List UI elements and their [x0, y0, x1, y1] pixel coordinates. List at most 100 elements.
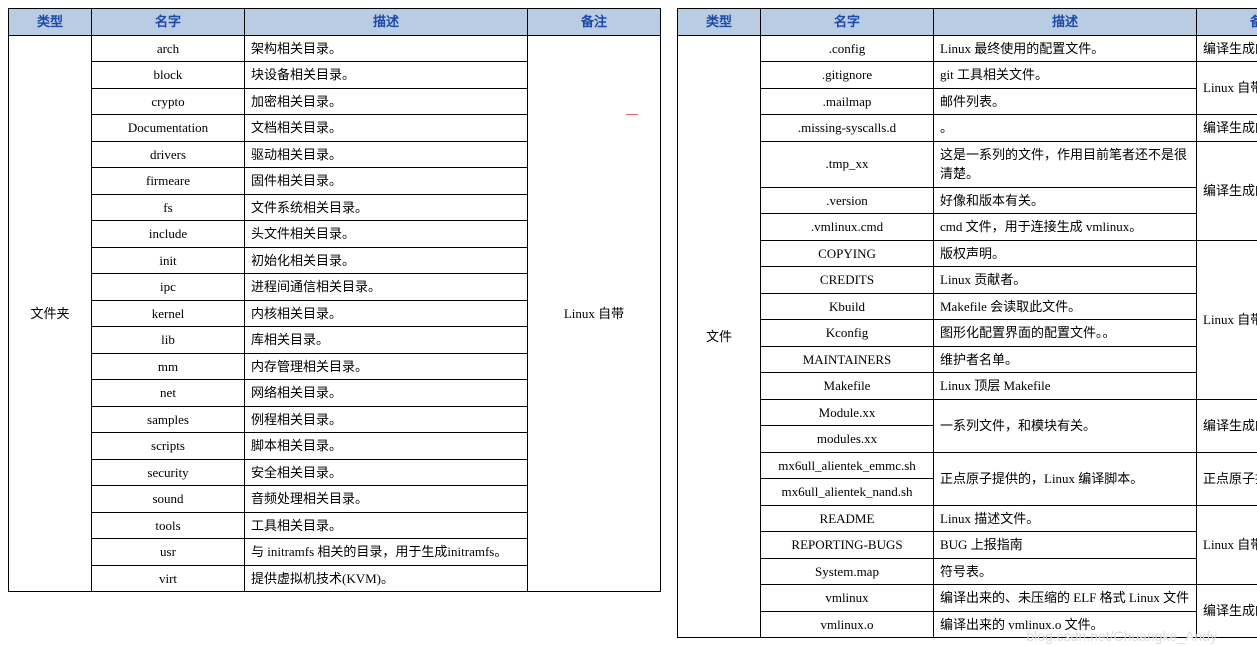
name-cell: REPORTING-BUGS	[761, 532, 934, 559]
name-cell: usr	[92, 539, 245, 566]
table-row: MAINTAINERS维护者名单。	[678, 346, 1257, 373]
remark-cell: Linux 自带	[1197, 505, 1257, 585]
table-row: mx6ull_alientek_emmc.sh正点原子提供的，Linux 编译脚…	[678, 452, 1257, 479]
desc-cell: Linux 描述文件。	[934, 505, 1197, 532]
col-header-remark: 备注	[1197, 9, 1257, 36]
name-cell: scripts	[92, 433, 245, 460]
desc-cell: 内核相关目录。	[245, 300, 528, 327]
name-cell: tools	[92, 512, 245, 539]
table-row: .missing-syscalls.d。编译生成的文件	[678, 115, 1257, 142]
desc-cell: 进程间通信相关目录。	[245, 274, 528, 301]
name-cell: vmlinux	[761, 585, 934, 612]
name-cell: Module.xx	[761, 399, 934, 426]
desc-cell: 文档相关目录。	[245, 115, 528, 142]
desc-cell: 与 initramfs 相关的目录，用于生成initramfs。	[245, 539, 528, 566]
table-row: 文件.configLinux 最终使用的配置文件。编译生成的文件。	[678, 35, 1257, 62]
desc-cell: 库相关目录。	[245, 327, 528, 354]
table-row: vmlinux编译出来的、未压缩的 ELF 格式 Linux 文件编译生成的文件	[678, 585, 1257, 612]
left-table-header: 类型 名字 描述 备注	[9, 9, 661, 36]
desc-cell: 版权声明。	[934, 240, 1197, 267]
desc-cell: 提供虚拟机技术(KVM)。	[245, 565, 528, 592]
desc-cell: 正点原子提供的，Linux 编译脚本。	[934, 452, 1197, 505]
desc-cell: 文件系统相关目录。	[245, 194, 528, 221]
desc-cell: 邮件列表。	[934, 88, 1197, 115]
table-row: Module.xx一系列文件，和模块有关。编译生成的文件	[678, 399, 1257, 426]
desc-cell: 。	[934, 115, 1197, 142]
name-cell: init	[92, 247, 245, 274]
name-cell: .missing-syscalls.d	[761, 115, 934, 142]
desc-cell: Makefile 会读取此文件。	[934, 293, 1197, 320]
name-cell: mx6ull_alientek_emmc.sh	[761, 452, 934, 479]
table-row: .vmlinux.cmdcmd 文件，用于连接生成 vmlinux。	[678, 214, 1257, 241]
name-cell: .gitignore	[761, 62, 934, 89]
desc-cell: 块设备相关目录。	[245, 62, 528, 89]
name-cell: Kbuild	[761, 293, 934, 320]
name-cell: net	[92, 380, 245, 407]
desc-cell: BUG 上报指南	[934, 532, 1197, 559]
change-marker: —	[626, 106, 638, 121]
desc-cell: 编译出来的、未压缩的 ELF 格式 Linux 文件	[934, 585, 1197, 612]
desc-cell: 安全相关目录。	[245, 459, 528, 486]
name-cell: .tmp_xx	[761, 141, 934, 187]
table-row: .gitignoregit 工具相关文件。Linux 自带	[678, 62, 1257, 89]
table-row: READMELinux 描述文件。Linux 自带	[678, 505, 1257, 532]
desc-cell: Linux 贡献者。	[934, 267, 1197, 294]
desc-cell: 头文件相关目录。	[245, 221, 528, 248]
table-row: REPORTING-BUGSBUG 上报指南	[678, 532, 1257, 559]
right-table: 类型 名字 描述 备注 文件.configLinux 最终使用的配置文件。编译生…	[677, 8, 1257, 638]
table-row: 文件夹arch架构相关目录。Linux 自带	[9, 35, 661, 62]
desc-cell: 网络相关目录。	[245, 380, 528, 407]
desc-cell: 这是一系列的文件，作用目前笔者还不是很清楚。	[934, 141, 1197, 187]
remark-cell: 编译生成的文件。	[1197, 35, 1257, 62]
name-cell: COPYING	[761, 240, 934, 267]
remark-cell: 正点原子提供	[1197, 452, 1257, 505]
name-cell: fs	[92, 194, 245, 221]
name-cell: CREDITS	[761, 267, 934, 294]
name-cell: .config	[761, 35, 934, 62]
desc-cell: git 工具相关文件。	[934, 62, 1197, 89]
name-cell: Documentation	[92, 115, 245, 142]
remark-cell: Linux 自带	[1197, 240, 1257, 399]
desc-cell: 脚本相关目录。	[245, 433, 528, 460]
col-header-desc: 描述	[934, 9, 1197, 36]
name-cell: drivers	[92, 141, 245, 168]
col-header-name: 名字	[761, 9, 934, 36]
name-cell: vmlinux.o	[761, 611, 934, 638]
name-cell: lib	[92, 327, 245, 354]
desc-cell: 符号表。	[934, 558, 1197, 585]
desc-cell: Linux 最终使用的配置文件。	[934, 35, 1197, 62]
name-cell: crypto	[92, 88, 245, 115]
desc-cell: 一系列文件，和模块有关。	[934, 399, 1197, 452]
name-cell: security	[92, 459, 245, 486]
left-table-body: 文件夹arch架构相关目录。Linux 自带block块设备相关目录。crypt…	[9, 35, 661, 592]
name-cell: Makefile	[761, 373, 934, 400]
col-header-type: 类型	[678, 9, 761, 36]
right-table-header: 类型 名字 描述 备注	[678, 9, 1257, 36]
desc-cell: 好像和版本有关。	[934, 187, 1197, 214]
name-cell: block	[92, 62, 245, 89]
name-cell: .version	[761, 187, 934, 214]
name-cell: mx6ull_alientek_nand.sh	[761, 479, 934, 506]
desc-cell: 架构相关目录。	[245, 35, 528, 62]
table-row: .tmp_xx这是一系列的文件，作用目前笔者还不是很清楚。编译生成的文件	[678, 141, 1257, 187]
remark-cell: 编译生成的文件	[1197, 399, 1257, 452]
table-row: vmlinux.o编译出来的 vmlinux.o 文件。	[678, 611, 1257, 638]
desc-cell: 例程相关目录。	[245, 406, 528, 433]
desc-cell: 初始化相关目录。	[245, 247, 528, 274]
remark-cell: Linux 自带	[528, 35, 661, 592]
table-row: .version好像和版本有关。	[678, 187, 1257, 214]
left-table: 类型 名字 描述 备注 文件夹arch架构相关目录。Linux 自带block块…	[8, 8, 661, 592]
remark-cell: Linux 自带	[1197, 62, 1257, 115]
desc-cell: 编译出来的 vmlinux.o 文件。	[934, 611, 1197, 638]
right-table-body: 文件.configLinux 最终使用的配置文件。编译生成的文件。.gitign…	[678, 35, 1257, 638]
remark-cell: 编译生成的文件	[1197, 115, 1257, 142]
name-cell: .mailmap	[761, 88, 934, 115]
desc-cell: 音频处理相关目录。	[245, 486, 528, 513]
desc-cell: 内存管理相关目录。	[245, 353, 528, 380]
col-header-desc: 描述	[245, 9, 528, 36]
name-cell: kernel	[92, 300, 245, 327]
desc-cell: 图形化配置界面的配置文件。。	[934, 320, 1197, 347]
remark-cell: 编译生成的文件	[1197, 585, 1257, 638]
desc-cell: 驱动相关目录。	[245, 141, 528, 168]
name-cell: ipc	[92, 274, 245, 301]
